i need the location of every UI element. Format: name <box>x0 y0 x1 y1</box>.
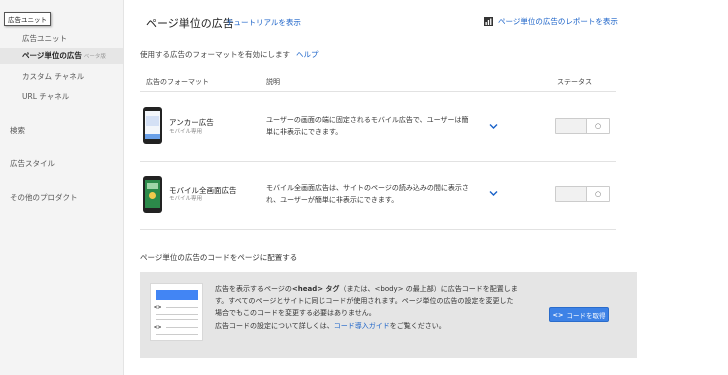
toggle-knob: ○ <box>586 119 609 133</box>
desc-line: ユーザーの画面の端に固定されるモバイル広告で、ユーザーは簡 <box>266 116 469 124</box>
get-code-label: コードを取得 <box>566 311 606 320</box>
code-illustration-bar <box>156 290 198 300</box>
code-tag-icon: <> <box>154 304 162 311</box>
sidebar-section-other-products[interactable]: その他のプロダクト <box>10 192 78 203</box>
sidebar-section-ad-styles[interactable]: 広告スタイル <box>10 158 55 169</box>
toggle-anchor[interactable]: ○ <box>555 118 610 134</box>
report-link-label: ページ単位の広告のレポートを表示 <box>498 17 618 26</box>
code-icon: <> <box>552 310 564 319</box>
code-illustration: <> <> <box>150 283 203 341</box>
beta-badge: ベータ版 <box>83 54 106 60</box>
desc-line: モバイル全画面広告は、サイトのページの読み込みの間に表示さ <box>266 184 469 192</box>
chevron-down-icon[interactable] <box>489 190 498 197</box>
toggle-knob: ○ <box>586 187 609 201</box>
sidebar-item-label: ページ単位の広告 <box>22 51 82 60</box>
desc-line: れ、ユーザーが簡単に非表示にできます。 <box>266 196 399 204</box>
desc-line: 単に非表示にできます。 <box>266 128 343 136</box>
code-guide-link[interactable]: コード導入ガイド <box>334 322 390 330</box>
sidebar-section-search[interactable]: 検索 <box>10 125 25 136</box>
code-line <box>156 319 198 320</box>
phone-anchor-icon <box>143 107 162 144</box>
text: 広告を表示するページの <box>215 285 292 293</box>
help-link[interactable]: ヘルプ <box>296 50 319 59</box>
enable-formats-text: 使用する広告のフォーマットを有効にします ヘルプ <box>140 49 319 60</box>
text: （または、<body> の最上部）に広告コードを配置しま <box>339 285 518 293</box>
divider <box>140 229 616 230</box>
code-line <box>156 314 198 315</box>
chevron-down-icon[interactable] <box>489 123 498 130</box>
tooltip: 広告ユニット <box>4 12 51 26</box>
code-guide-text: 広告コードの設定について詳しくは、コード導入ガイドをご覧ください。 <box>215 321 446 331</box>
sidebar-item-page-level-ads[interactable]: ページ単位の広告 ベータ版 <box>0 48 123 64</box>
text: す。すべてのページとサイトに同じコードが使用されます。ページ単位の広告の設定を変… <box>215 297 514 305</box>
toggle-fullscreen[interactable]: ○ <box>555 186 610 202</box>
head-tag-text: <head> タグ <box>291 285 340 293</box>
code-line <box>156 334 198 335</box>
text: をご覧ください。 <box>389 322 446 330</box>
column-header-status: ステータス <box>557 78 592 86</box>
text: 広告コードの設定について詳しくは、 <box>215 322 334 330</box>
report-link[interactable]: ページ単位の広告のレポートを表示 <box>484 16 618 27</box>
code-instructions: 広告を表示するページの<head> タグ（または、<body> の最上部）に広告… <box>215 283 555 319</box>
divider <box>140 91 616 92</box>
sidebar-item-url-channels[interactable]: URL チャネル <box>22 91 69 102</box>
enable-formats-label: 使用する広告のフォーマットを有効にします <box>140 50 290 59</box>
code-box: <> <> 広告を表示するページの<head> タグ（または、<body> の最… <box>140 272 637 358</box>
format-sub-anchor: モバイル専用 <box>169 129 203 135</box>
format-desc-fullscreen: モバイル全画面広告は、サイトのページの読み込みの間に表示さ れ、ユーザーが簡単に… <box>266 182 496 206</box>
sidebar: 広告ユニット ページ単位の広告 ベータ版 カスタム チャネル URL チャネル 検… <box>0 0 124 375</box>
text: 場合でもこのコードを変更する必要はありません。 <box>215 309 376 317</box>
sidebar-item-custom-channels[interactable]: カスタム チャネル <box>22 71 84 82</box>
phone-fullscreen-icon <box>143 176 162 213</box>
sidebar-item-ad-units[interactable]: 広告ユニット <box>22 33 67 44</box>
get-code-button[interactable]: <> コードを取得 <box>549 307 609 322</box>
code-line <box>166 307 198 308</box>
code-line <box>166 327 198 328</box>
divider <box>140 161 616 162</box>
bar-chart-icon <box>484 17 493 26</box>
column-header-description: 説明 <box>266 78 280 86</box>
format-sub-fullscreen: モバイル専用 <box>169 196 203 202</box>
format-desc-anchor: ユーザーの画面の端に固定されるモバイル広告で、ユーザーは簡 単に非表示にできます… <box>266 114 496 138</box>
code-tag-icon: <> <box>154 324 162 331</box>
page-title: ページ単位の広告 <box>146 17 234 30</box>
column-header-format: 広告のフォーマット <box>146 78 209 86</box>
code-section-title: ページ単位の広告のコードをページに配置する <box>140 253 298 262</box>
tutorial-link[interactable]: チュートリアルを表示 <box>226 17 301 28</box>
